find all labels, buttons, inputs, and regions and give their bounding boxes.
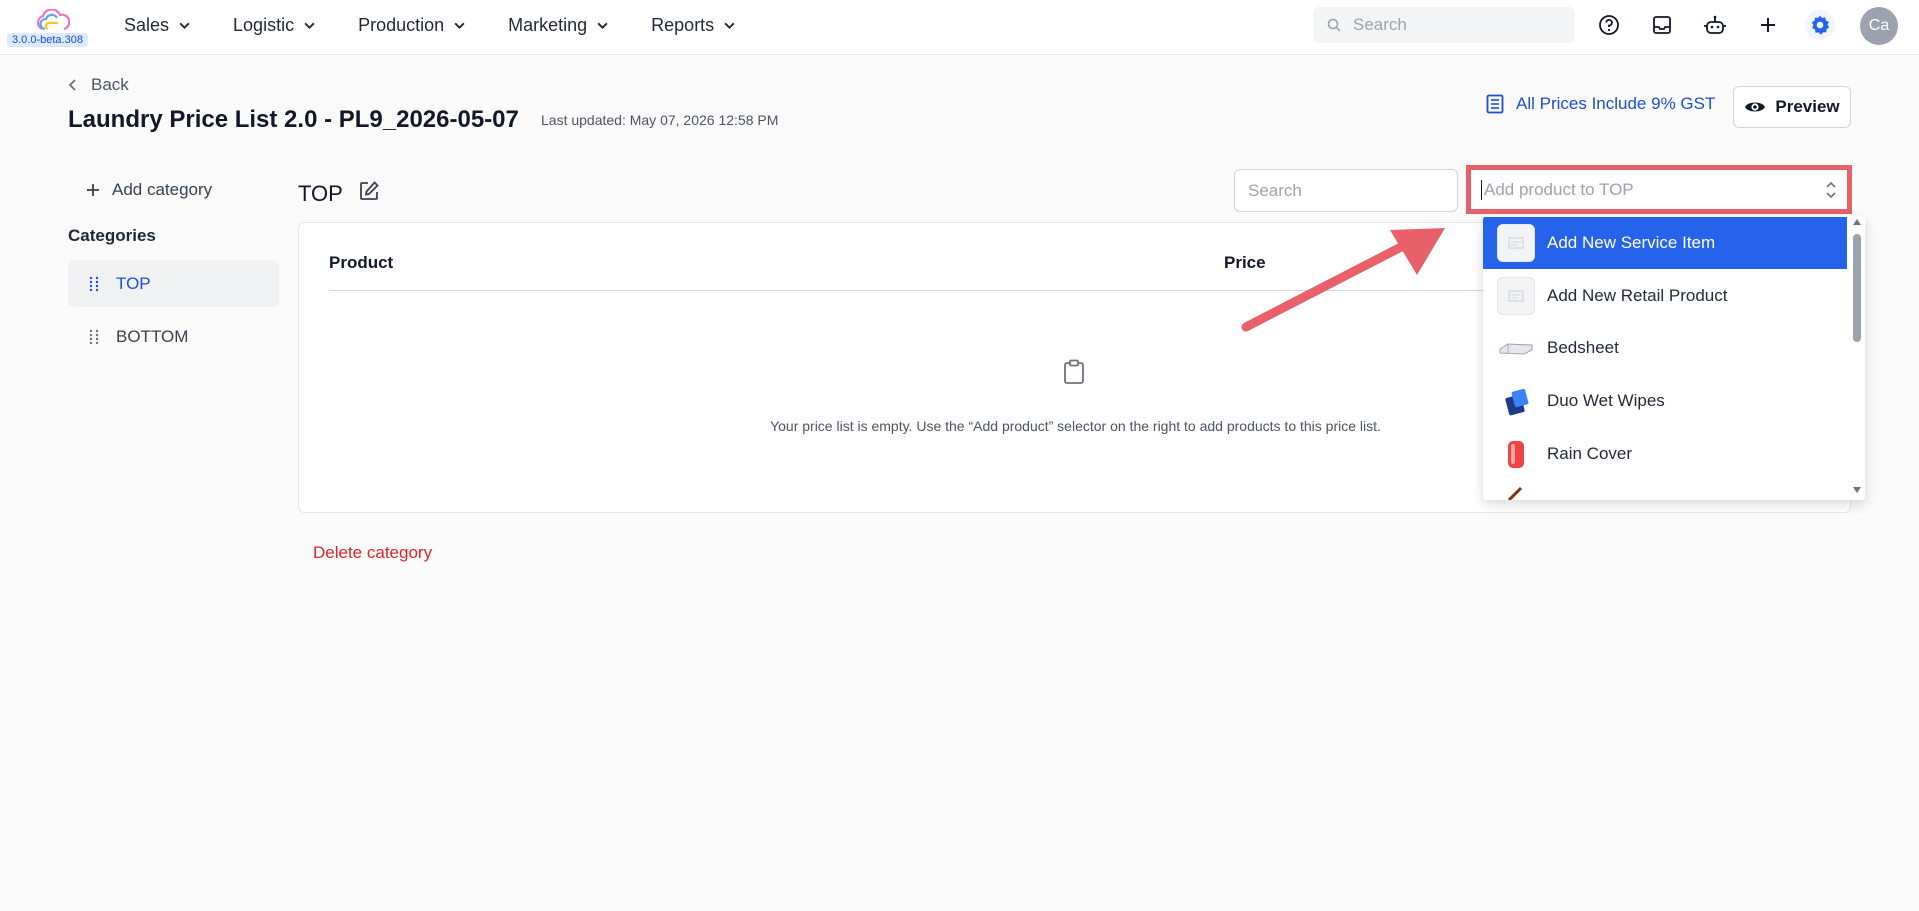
dropdown-option-add-retail[interactable]: Add New Retail Product	[1483, 270, 1847, 322]
placeholder-image-icon	[1497, 224, 1535, 262]
column-header-product: Product	[329, 253, 394, 272]
back-link[interactable]: Back	[68, 75, 129, 95]
plus-icon	[87, 184, 99, 196]
chevron-left-icon	[68, 79, 76, 91]
categories-heading: Categories	[68, 226, 156, 245]
global-search-input[interactable]: Search	[1313, 7, 1575, 43]
avatar[interactable]: Ca	[1860, 7, 1898, 45]
eye-icon	[1745, 102, 1766, 112]
rain-cover-icon	[1497, 435, 1535, 473]
dropdown-option-bedsheet[interactable]: Bedsheet	[1483, 322, 1847, 374]
scroll-down-arrow-icon[interactable]	[1852, 486, 1862, 494]
product-search-placeholder: Search	[1248, 180, 1302, 200]
drag-handle-icon[interactable]	[88, 329, 100, 345]
bedsheet-icon	[1497, 329, 1535, 367]
category-item-bottom[interactable]: BOTTOM	[68, 313, 279, 360]
dropdown-option-rain-cover[interactable]: Rain Cover	[1483, 428, 1847, 480]
add-product-placeholder: Add product to TOP	[1484, 180, 1634, 199]
search-icon	[1327, 18, 1341, 32]
option-label: Rain Cover	[1547, 444, 1633, 463]
global-search-placeholder: Search	[1353, 15, 1407, 34]
dropdown-scrollbar-thumb[interactable]	[1853, 234, 1861, 342]
option-label: Bedsheet	[1547, 338, 1619, 357]
back-label: Back	[91, 75, 129, 94]
nav-sales[interactable]: Sales	[124, 15, 191, 36]
last-updated-text: Last updated: May 07, 2026 12:58 PM	[541, 112, 779, 128]
app-logo-icon[interactable]	[34, 9, 70, 33]
add-product-dropdown: Add New Service Item Add New Retail Prod…	[1483, 216, 1865, 500]
chevron-down-icon	[724, 22, 735, 29]
nav-reports[interactable]: Reports	[651, 15, 736, 36]
drag-handle-icon[interactable]	[88, 276, 100, 292]
nav-label: Sales	[124, 14, 170, 35]
help-icon[interactable]	[1594, 10, 1624, 40]
nav-label: Logistic	[233, 14, 295, 35]
add-product-select[interactable]: Add product to TOP	[1466, 165, 1852, 214]
placeholder-image-icon	[1497, 277, 1535, 315]
plus-icon[interactable]	[1753, 10, 1783, 40]
annotation-arrow-icon	[1241, 228, 1445, 332]
category-label: BOTTOM	[116, 326, 189, 346]
dropdown-option-duo-wet-wipes[interactable]: Duo Wet Wipes	[1483, 375, 1847, 427]
wet-wipes-icon	[1497, 382, 1535, 420]
top-navbar: 3.0.0-beta.308 Sales Logistic Production…	[0, 0, 1919, 55]
option-label: Duo Wet Wipes	[1547, 391, 1665, 410]
nav-label: Reports	[651, 14, 715, 35]
category-label: TOP	[116, 273, 151, 293]
option-label: Add New Service Item	[1547, 233, 1716, 252]
scroll-up-arrow-icon[interactable]	[1852, 218, 1862, 226]
edit-icon[interactable]	[358, 180, 380, 202]
add-product-input[interactable]: Add product to TOP	[1481, 176, 1817, 204]
chevron-down-icon	[597, 22, 608, 29]
option-label: Add New Retail Product	[1547, 286, 1728, 305]
chevron-down-icon	[454, 22, 465, 29]
version-badge: 3.0.0-beta.308	[7, 33, 88, 47]
gst-label: All Prices Include 9% GST	[1516, 94, 1716, 113]
main-nav: Sales Logistic Production Marketing Repo…	[124, 0, 778, 50]
nav-marketing[interactable]: Marketing	[508, 15, 609, 36]
gst-setting-link[interactable]: All Prices Include 9% GST	[1486, 94, 1715, 114]
nav-production[interactable]: Production	[358, 15, 466, 36]
add-category-label: Add category	[112, 180, 213, 199]
product-search-input[interactable]: Search	[1234, 169, 1458, 212]
category-title: TOP	[298, 181, 343, 206]
delete-category-button[interactable]: Delete category	[313, 543, 432, 563]
nav-label: Production	[358, 14, 445, 35]
preview-button[interactable]: Preview	[1733, 86, 1851, 128]
robot-icon[interactable]	[1700, 10, 1730, 40]
add-category-button[interactable]: Add category	[86, 180, 212, 200]
text-caret	[1481, 180, 1482, 200]
chevron-down-icon	[304, 22, 315, 29]
inbox-icon[interactable]	[1647, 10, 1677, 40]
selector-updown-icon	[1826, 181, 1836, 199]
page-title: Laundry Price List 2.0 - PL9_2026-05-07	[68, 106, 519, 133]
dropdown-option-add-service[interactable]: Add New Service Item	[1483, 217, 1847, 269]
category-item-top[interactable]: TOP	[68, 260, 279, 307]
chevron-down-icon	[179, 22, 190, 29]
document-list-icon	[1486, 94, 1504, 114]
nav-label: Marketing	[508, 14, 588, 35]
nav-logistic[interactable]: Logistic	[233, 15, 316, 36]
partial-item-icon	[1505, 486, 1525, 500]
preview-label: Preview	[1775, 97, 1840, 116]
clipboard-icon	[1063, 359, 1085, 385]
gear-icon[interactable]	[1805, 10, 1835, 40]
